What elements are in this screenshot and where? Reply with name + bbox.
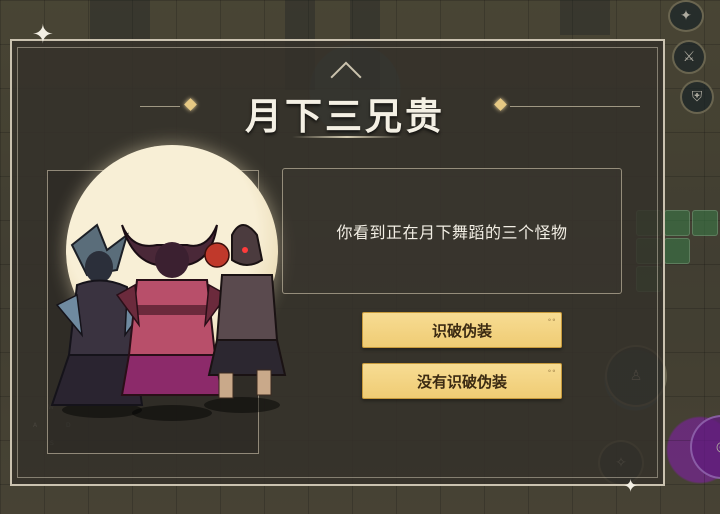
- monster-shadow: [132, 405, 212, 421]
- event-description: 你看到正在月下舞蹈的三个怪物: [336, 223, 568, 242]
- right-monster: [204, 224, 287, 399]
- three-monsters-illustration: [50, 223, 287, 421]
- event-title: 月下三兄贵: [245, 94, 445, 138]
- title-underline: [292, 136, 402, 138]
- star-ornament-icon: ✦: [623, 476, 639, 497]
- monster-shadow: [204, 397, 280, 413]
- title-divider-right: [510, 106, 640, 107]
- star-ornament-icon: ✦: [32, 20, 54, 50]
- title-divider-left: [140, 106, 180, 107]
- choice-see-through-disguise-button[interactable]: 识破伪装 ∘∘: [362, 312, 562, 348]
- event-title-block: 月下三兄贵: [140, 61, 640, 144]
- choice-label: 识破伪装: [431, 321, 492, 340]
- choice-fail-to-see-through-button[interactable]: 没有识破伪装 ∘∘: [362, 363, 562, 399]
- event-description-box: 你看到正在月下舞蹈的三个怪物: [282, 168, 622, 294]
- button-corner-dots: ∘∘: [547, 367, 556, 375]
- button-corner-dots: ∘∘: [547, 316, 556, 324]
- choice-label: 没有识破伪装: [416, 372, 507, 391]
